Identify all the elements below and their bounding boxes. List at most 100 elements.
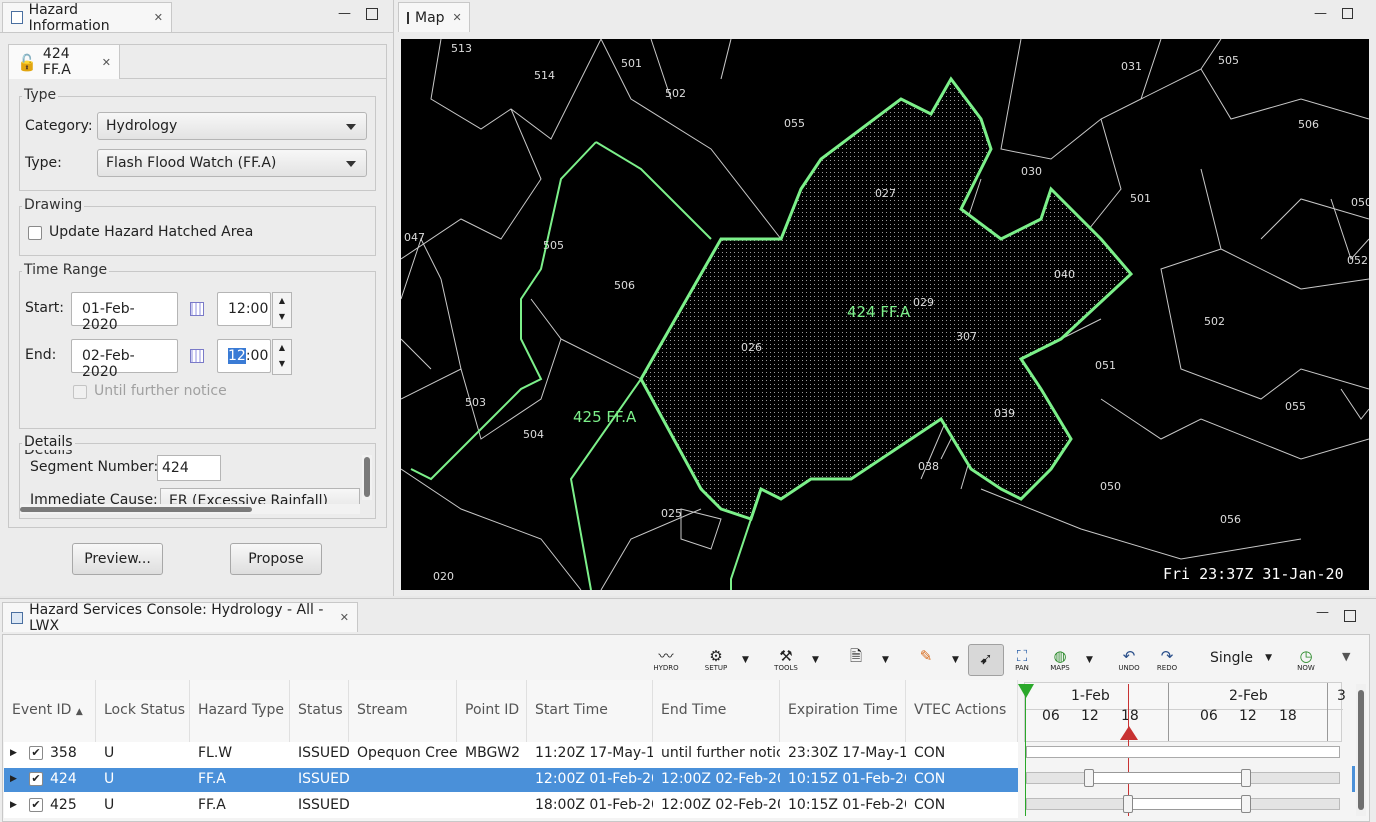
end-time-rest: :00	[245, 348, 269, 364]
col-vtec-actions[interactable]: VTEC Actions	[906, 680, 1018, 742]
redo-icon: ↷	[1160, 647, 1174, 665]
close-icon[interactable]: ✕	[154, 11, 163, 24]
cell-start: 12:00Z 01-Feb-20	[535, 771, 653, 787]
end-time-field[interactable]: 12:00	[217, 339, 271, 373]
timeline-handle-end[interactable]	[1241, 795, 1251, 813]
cause-combo[interactable]: ER (Excessive Rainfall)	[160, 488, 360, 505]
undo-button[interactable]: ↶ UNDO	[1114, 648, 1144, 674]
svg-text:504: 504	[523, 428, 544, 441]
table-vscrollbar[interactable]	[1356, 684, 1366, 816]
expand-row-icon[interactable]: ▶	[10, 800, 17, 810]
hazard-info-icon	[11, 11, 23, 24]
setup-button[interactable]: ⚙ SETUP	[700, 648, 732, 674]
tools-button[interactable]: ⚒ TOOLS	[770, 648, 802, 674]
cell-status: ISSUED	[298, 745, 349, 761]
col-point-id[interactable]: Point ID	[457, 680, 527, 742]
maximize-icon[interactable]	[366, 8, 378, 20]
row-checkbox[interactable]: ✔	[29, 746, 43, 760]
divider	[0, 32, 393, 33]
preview-button[interactable]: Preview...	[72, 543, 163, 575]
update-hatched-checkbox[interactable]	[28, 226, 42, 240]
col-status[interactable]: Status	[290, 680, 349, 742]
redo-button[interactable]: ↷ REDO	[1152, 648, 1182, 674]
timeline-start-marker[interactable]	[1018, 684, 1034, 698]
col-lock-status[interactable]: Lock Status	[96, 680, 190, 742]
until-further-notice-checkbox[interactable]	[73, 385, 87, 399]
pan-button[interactable]: ⛶ PAN	[1008, 648, 1036, 674]
segment-field[interactable]: 424	[157, 455, 221, 481]
console-tab[interactable]: Hazard Services Console: Hydrology - All…	[2, 602, 358, 634]
cell-point-id	[457, 792, 527, 818]
col-expiration-time[interactable]: Expiration Time	[780, 680, 906, 742]
category-label: Category:	[25, 118, 93, 134]
col-end-time[interactable]: End Time	[653, 680, 780, 742]
details-hscrollbar[interactable]	[20, 504, 360, 514]
setup-dropdown-icon[interactable]: ▼	[742, 655, 749, 665]
now-button[interactable]: ◷ NOW	[1292, 648, 1320, 674]
draw-button[interactable]: ✎	[912, 648, 940, 674]
timeline-current-marker[interactable]	[1120, 726, 1138, 740]
svg-text:050: 050	[1351, 196, 1369, 209]
close-icon[interactable]: ✕	[102, 56, 111, 69]
timeline-tick: 12	[1239, 708, 1257, 724]
close-icon[interactable]: ✕	[453, 11, 462, 24]
timeline-bar[interactable]	[1127, 798, 1246, 810]
timeline-bar[interactable]	[1088, 772, 1246, 784]
restore-icon[interactable]	[1342, 8, 1353, 19]
col-hazard-type[interactable]: Hazard Type	[190, 680, 290, 742]
timeline-handle-start[interactable]	[1123, 795, 1133, 813]
minimize-icon[interactable]: —	[338, 6, 351, 21]
mode-selector[interactable]: Single ▼	[1200, 644, 1280, 672]
cell-vtec: CON	[914, 797, 946, 813]
tools-dropdown-icon[interactable]: ▼	[812, 655, 819, 665]
document-dropdown-icon[interactable]: ▼	[882, 655, 889, 665]
expand-row-icon[interactable]: ▶	[10, 748, 17, 758]
calendar-icon[interactable]	[190, 349, 204, 363]
hazard-tab-424[interactable]: 🔓 424 FF.A ✕	[8, 44, 120, 79]
svg-text:026: 026	[741, 341, 762, 354]
calendar-icon[interactable]	[190, 302, 204, 316]
chevron-down-icon	[346, 161, 356, 167]
minimize-icon[interactable]: —	[1314, 6, 1327, 21]
col-start-time[interactable]: Start Time	[527, 680, 653, 742]
type-combo[interactable]: Flash Flood Watch (FF.A)	[97, 149, 367, 177]
timeline-tick: 06	[1200, 708, 1218, 724]
hazard-info-tab[interactable]: Hazard Information ✕	[2, 2, 172, 34]
maximize-icon[interactable]	[1344, 610, 1356, 622]
row-checkbox[interactable]: ✔	[29, 798, 43, 812]
cursor-icon: ➹	[979, 649, 993, 668]
col-event-id[interactable]: Event ID ▲	[4, 680, 96, 742]
map-canvas[interactable]: 513 514 501 502 055 031 505 506 027 030 …	[401, 39, 1369, 590]
document-button[interactable]: 🗎	[842, 648, 870, 674]
select-button[interactable]: ➹	[968, 644, 1004, 676]
hydro-button[interactable]: 〰 HYDRO	[650, 648, 682, 674]
view-menu-icon[interactable]: ▼	[1342, 650, 1350, 663]
timeline-bar[interactable]	[1026, 746, 1340, 758]
maps-dropdown-icon[interactable]: ▼	[1086, 655, 1093, 665]
cell-end: 12:00Z 02-Feb-20	[661, 797, 780, 813]
minimize-icon[interactable]: —	[1316, 605, 1329, 620]
cell-vtec: CON	[914, 771, 946, 787]
category-combo[interactable]: Hydrology	[97, 112, 367, 140]
row-checkbox[interactable]: ✔	[29, 772, 43, 786]
end-date-field[interactable]: 02-Feb-2020	[71, 339, 178, 380]
timeline-handle-start[interactable]	[1084, 769, 1094, 787]
svg-text:503: 503	[465, 396, 486, 409]
start-time-field[interactable]: 12:00	[217, 292, 271, 326]
col-stream[interactable]: Stream	[349, 680, 457, 742]
map-title: Map	[415, 9, 445, 26]
timeline-handle-end[interactable]	[1241, 769, 1251, 787]
svg-text:051: 051	[1095, 359, 1116, 372]
start-date-field[interactable]: 01-Feb-2020	[71, 292, 178, 333]
end-time-spinner[interactable]: ▲ ▼	[272, 339, 292, 375]
map-tab[interactable]: Map ✕	[398, 2, 470, 32]
close-icon[interactable]: ✕	[340, 611, 349, 624]
draw-dropdown-icon[interactable]: ▼	[952, 655, 959, 665]
details-vscrollbar[interactable]	[362, 455, 372, 500]
expand-row-icon[interactable]: ▶	[10, 774, 17, 784]
hazard-label-425: 425 FF.A	[573, 408, 637, 426]
start-time-spinner[interactable]: ▲ ▼	[272, 292, 292, 328]
maps-button[interactable]: ◍ MAPS	[1044, 648, 1076, 674]
timeline-day-sep	[1168, 683, 1169, 741]
propose-button[interactable]: Propose	[230, 543, 322, 575]
